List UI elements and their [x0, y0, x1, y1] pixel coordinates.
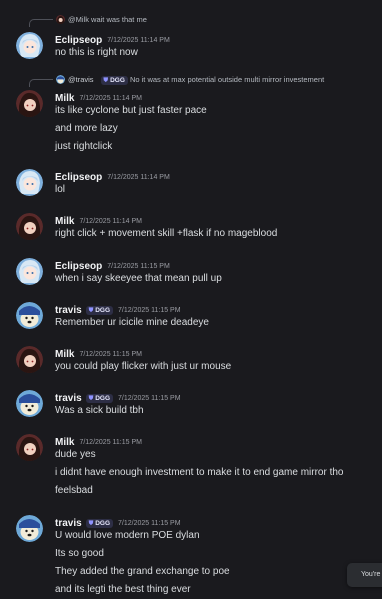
server-tag[interactable]: ⛊ DGG: [85, 519, 114, 528]
reply-preview[interactable]: @Milk wait was that me: [0, 14, 382, 27]
timestamp[interactable]: 7/12/2025 11:15 PM: [79, 439, 142, 446]
message-header: Milk 7/12/2025 11:15 PM: [55, 346, 142, 360]
message-text: when i say skeeyee that mean pull up: [55, 273, 222, 284]
message-header: travis ⛊ DGG 7/12/2025 11:15 PM: [55, 390, 181, 404]
message-header: Milk 7/12/2025 11:14 PM: [55, 90, 142, 104]
shield-icon: ⛊: [103, 78, 109, 84]
timestamp[interactable]: 7/12/2025 11:15 PM: [118, 520, 181, 527]
reply-username[interactable]: @travis: [68, 75, 94, 84]
username[interactable]: Eclipseop: [55, 261, 102, 272]
avatar[interactable]: [16, 32, 43, 59]
avatar[interactable]: [16, 302, 43, 329]
avatar[interactable]: [16, 213, 43, 240]
message-text: dude yes: [55, 449, 96, 460]
message-text: Its so good: [55, 548, 104, 559]
reply-avatar-milk[interactable]: [56, 15, 65, 24]
message-text: Remember ur icicile mine deadeye: [55, 317, 209, 328]
timestamp[interactable]: 7/12/2025 11:14 PM: [107, 174, 170, 181]
username[interactable]: Milk: [55, 93, 74, 104]
message-text: and more lazy: [55, 123, 118, 134]
dog-avatar-icon: [16, 390, 43, 417]
anime-avatar-icon: [16, 169, 43, 196]
reply-avatar-travis[interactable]: [56, 75, 65, 84]
dog-avatar-icon: [16, 515, 43, 542]
server-tag: ⛊ DGG: [100, 76, 128, 85]
message-header: Eclipseop 7/12/2025 11:14 PM: [55, 32, 170, 46]
anime-avatar-icon: [16, 213, 43, 240]
message-header: Milk 7/12/2025 11:15 PM: [55, 434, 142, 448]
dog-avatar-icon: [56, 75, 65, 84]
avatar[interactable]: [16, 434, 43, 461]
message-text: just rightclick: [55, 141, 113, 152]
anime-avatar-icon: [16, 90, 43, 117]
shield-icon: ⛊: [88, 396, 94, 402]
username[interactable]: Milk: [55, 437, 74, 448]
message-text: you could play flicker with just ur mous…: [55, 361, 232, 372]
username[interactable]: travis: [55, 393, 82, 404]
anime-avatar-icon: [16, 346, 43, 373]
shield-icon: ⛊: [88, 308, 94, 314]
message-header: travis ⛊ DGG 7/12/2025 11:15 PM: [55, 302, 181, 316]
timestamp[interactable]: 7/12/2025 11:14 PM: [79, 95, 142, 102]
timestamp[interactable]: 7/12/2025 11:15 PM: [118, 307, 181, 314]
message-header: Eclipseop 7/12/2025 11:15 PM: [55, 258, 170, 272]
username[interactable]: travis: [55, 305, 82, 316]
avatar[interactable]: [16, 515, 43, 542]
reply-preview[interactable]: @travis ⛊ DGG No it was at max potential o…: [0, 74, 382, 87]
message-text: no this is right now: [55, 47, 138, 58]
timestamp[interactable]: 7/12/2025 11:15 PM: [79, 351, 142, 358]
anime-avatar-icon: [16, 258, 43, 285]
timestamp[interactable]: 7/12/2025 11:15 PM: [118, 395, 181, 402]
avatar[interactable]: [16, 90, 43, 117]
dog-avatar-icon: [16, 302, 43, 329]
avatar[interactable]: [16, 169, 43, 196]
avatar[interactable]: [16, 258, 43, 285]
message-header: Eclipseop 7/12/2025 11:14 PM: [55, 169, 170, 183]
shield-icon: ⛊: [88, 521, 94, 527]
message-text: lol: [55, 184, 66, 195]
username[interactable]: Eclipseop: [55, 172, 102, 183]
anime-avatar-icon: [16, 434, 43, 461]
username[interactable]: Eclipseop: [55, 35, 102, 46]
avatar[interactable]: [16, 390, 43, 417]
reply-text: @travis ⛊ DGG No it was at max potential o…: [68, 75, 325, 85]
avatar[interactable]: [16, 346, 43, 373]
username[interactable]: Milk: [55, 349, 74, 360]
message-text: U would love modern POE dylan: [55, 530, 200, 541]
timestamp[interactable]: 7/12/2025 11:14 PM: [79, 218, 142, 225]
message-list[interactable]: @Milk wait was that me Eclipseop 7/12/202…: [0, 0, 382, 599]
timestamp[interactable]: 7/12/2025 11:15 PM: [107, 263, 170, 270]
server-tag[interactable]: ⛊ DGG: [85, 306, 114, 315]
anime-avatar-icon: [56, 15, 65, 24]
reply-connector: [29, 79, 53, 87]
username[interactable]: Milk: [55, 216, 74, 227]
message-text: and its legti the best thing ever: [55, 584, 191, 595]
username[interactable]: travis: [55, 518, 82, 529]
message-text: i didnt have enough investment to make i…: [55, 467, 344, 478]
message-text: feelsbad: [55, 485, 93, 496]
reply-connector: [29, 19, 53, 27]
message-text: Was a sick build tbh: [55, 405, 144, 416]
message-text: right click + movement skill +flask if n…: [55, 228, 278, 239]
timestamp[interactable]: 7/12/2025 11:14 PM: [107, 37, 170, 44]
server-tag[interactable]: ⛊ DGG: [85, 394, 114, 403]
message-header: travis ⛊ DGG 7/12/2025 11:15 PM: [55, 515, 181, 529]
reply-text: @Milk wait was that me: [68, 15, 147, 24]
message-text: its like cyclone but just faster pace: [55, 105, 207, 116]
new-messages-toast[interactable]: You're: [347, 563, 382, 587]
message-header: Milk 7/12/2025 11:14 PM: [55, 213, 142, 227]
message-text: They added the grand exchange to poe: [55, 566, 230, 577]
anime-avatar-icon: [16, 32, 43, 59]
